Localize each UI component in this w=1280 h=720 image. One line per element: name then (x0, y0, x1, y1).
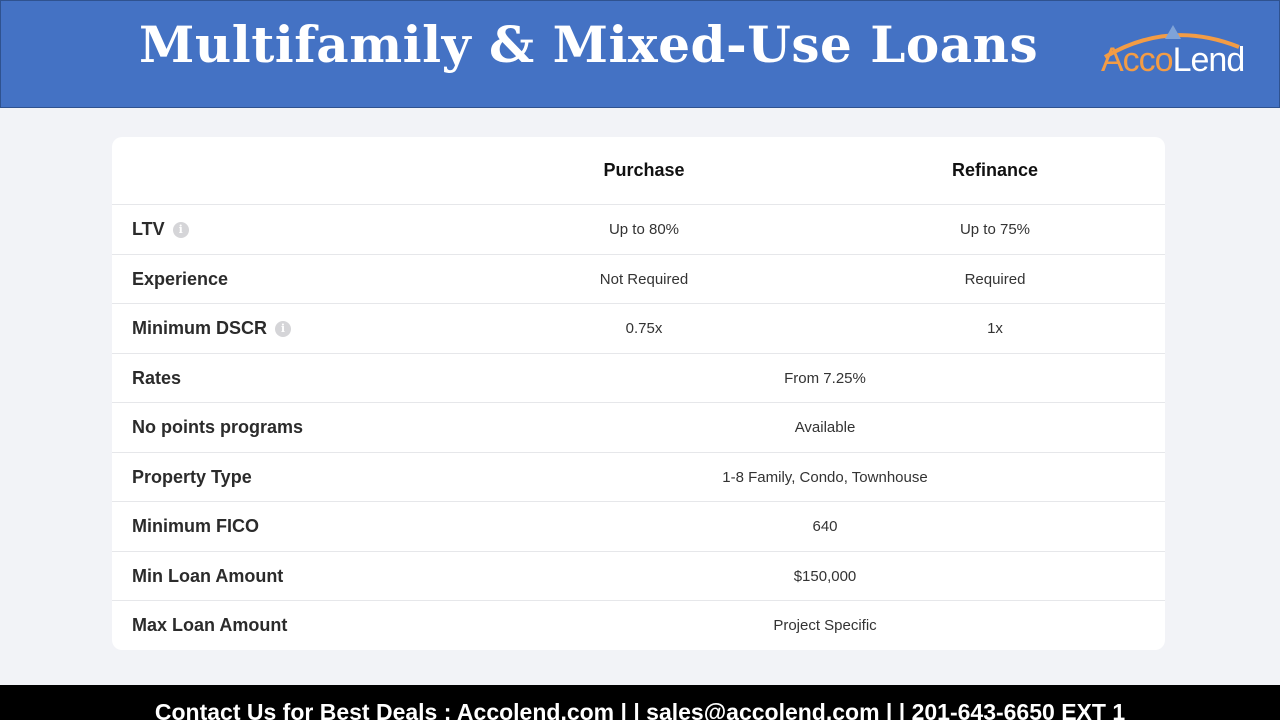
combined-value: $150,000 (793, 567, 857, 585)
combined-value: Project Specific (773, 617, 877, 634)
table-row-no-points-programs: No points programs Available (112, 402, 1165, 452)
row-label: LTV (132, 219, 165, 239)
combined-value: From 7.25% (784, 369, 866, 387)
row-label: No points programs (132, 417, 304, 437)
info-icon[interactable]: i (172, 221, 189, 238)
combined-value: 640 (812, 518, 838, 535)
header-banner: Multifamily & Mixed-Use Loans AccoLend (0, 0, 1280, 108)
contact-text: Contact Us for Best Deals : Accolend.com… (154, 699, 1126, 720)
page-title: Multifamily & Mixed-Use Loans (139, 15, 1039, 74)
refinance-value: 1x (987, 320, 1003, 337)
row-label: Minimum FICO (132, 516, 259, 536)
table-header-row: Purchase Refinance (112, 137, 1165, 204)
row-label: Experience (132, 268, 229, 289)
accolend-logo: AccoLend (1099, 21, 1245, 85)
row-label: Minimum DSCR (132, 318, 267, 338)
column-header-refinance: Refinance (951, 160, 1039, 180)
table-row-minimum-fico: Minimum FICO 640 (112, 501, 1165, 551)
table-row-min-loan-amount: Min Loan Amount $150,000 (112, 551, 1165, 600)
row-label: Property Type (132, 466, 252, 487)
table-row-minimum-dscr: Minimum DSCR i 0.75x 1x (112, 303, 1165, 353)
row-label: Rates (132, 367, 182, 388)
refinance-value: Up to 75% (959, 221, 1031, 238)
table-row-property-type: Property Type 1-8 Family, Condo, Townhou… (112, 452, 1165, 501)
table-row-rates: Rates From 7.25% (112, 353, 1165, 402)
refinance-value: Required (964, 270, 1026, 288)
logo-text-acco: Acco (1101, 41, 1174, 79)
contact-footer: Contact Us for Best Deals : Accolend.com… (0, 685, 1280, 720)
info-icon[interactable]: i (275, 320, 291, 337)
row-label: Max Loan Amount (132, 615, 288, 635)
logo-text-lend: Lend (1172, 41, 1246, 79)
table-row-max-loan-amount: Max Loan Amount Project Specific (112, 600, 1165, 650)
row-label: Min Loan Amount (132, 565, 284, 586)
loan-terms-table: Purchase Refinance LTV i Up to 80% Up to… (112, 137, 1165, 650)
purchase-value: Not Required (599, 270, 689, 288)
table-row-ltv: LTV i Up to 80% Up to 75% (112, 204, 1165, 254)
column-header-purchase: Purchase (603, 160, 685, 180)
combined-value: 1-8 Family, Condo, Townhouse (722, 468, 928, 486)
purchase-value: Up to 80% (608, 221, 680, 238)
purchase-value: 0.75x (625, 320, 663, 337)
combined-value: Available (794, 419, 856, 436)
table-row-experience: Experience Not Required Required (112, 254, 1165, 303)
